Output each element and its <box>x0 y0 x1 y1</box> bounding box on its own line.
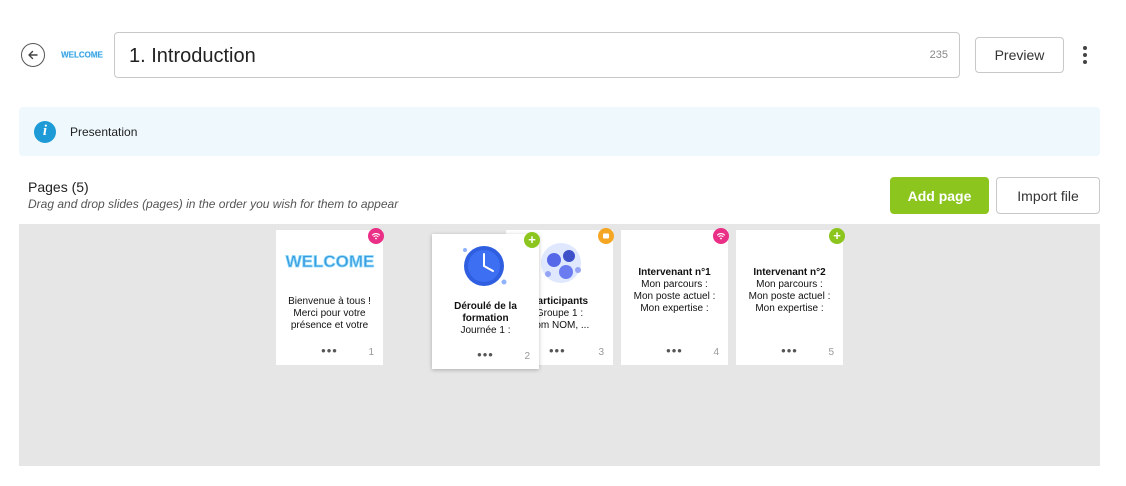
slide-line: Mon parcours : <box>641 279 708 290</box>
info-text: Presentation <box>70 124 138 139</box>
card-icon <box>598 228 614 244</box>
slide-number: 5 <box>828 347 834 358</box>
slide-number: 4 <box>713 347 719 358</box>
wifi-icon <box>368 228 384 244</box>
slide-more-button[interactable]: ••• <box>736 344 843 357</box>
kebab-dot <box>1083 53 1087 57</box>
slide-card[interactable]: WELCOME Bienvenue à tous ! Merci pour vo… <box>276 230 383 365</box>
info-bar: i Presentation <box>19 107 1100 156</box>
slide-line: Merci pour votre <box>293 308 366 319</box>
wifi-icon <box>713 228 729 244</box>
arrow-left-icon <box>28 50 38 60</box>
welcome-logo: WELCOME <box>61 48 103 60</box>
info-icon: i <box>34 120 56 143</box>
char-count: 235 <box>929 49 948 61</box>
title-input[interactable] <box>129 41 889 71</box>
slide-line: Intervenant n°1 <box>638 267 711 278</box>
slide-card[interactable]: Intervenant n°1 Mon parcours : Mon poste… <box>621 230 728 365</box>
slide-line: Déroulé de la <box>454 301 517 312</box>
slide-line: Mon expertise : <box>755 303 824 314</box>
slide-card[interactable]: Intervenant n°2 Mon parcours : Mon poste… <box>736 230 843 365</box>
more-options-button[interactable] <box>1077 43 1093 67</box>
title-field[interactable]: 235 <box>114 32 960 78</box>
slide-line: Intervenant n°2 <box>753 267 826 278</box>
slide-more-button[interactable]: ••• <box>432 348 539 361</box>
back-button[interactable] <box>21 43 45 67</box>
svg-text:WELCOME: WELCOME <box>286 252 375 271</box>
preview-button[interactable]: Preview <box>975 37 1064 73</box>
slide-more-button[interactable]: ••• <box>621 344 728 357</box>
kebab-dot <box>1083 60 1087 64</box>
plus-icon: + <box>829 228 845 244</box>
slide-line: Mon poste actuel : <box>748 291 831 302</box>
pages-subtitle: Drag and drop slides (pages) in the orde… <box>28 197 399 211</box>
kebab-dot <box>1083 46 1087 50</box>
slide-number: 2 <box>524 351 530 362</box>
add-page-button[interactable]: Add page <box>890 177 989 214</box>
slide-line: formation <box>462 313 509 324</box>
slide-more-button[interactable]: ••• <box>276 344 383 357</box>
participants-illustration <box>541 243 581 283</box>
slide-line: présence et votre <box>290 320 369 331</box>
slide-line: Mon parcours : <box>756 279 823 290</box>
slide-line: Bienvenue à tous ! <box>288 296 371 307</box>
pages-title: Pages (5) <box>28 179 89 195</box>
svg-text:WELCOME: WELCOME <box>61 51 103 60</box>
slide-line: Mon expertise : <box>640 303 709 314</box>
clock-illustration <box>463 246 507 286</box>
slide-card[interactable]: Déroulé de la formation Journée 1 : ••• … <box>432 234 539 369</box>
slide-line: Mon poste actuel : <box>633 291 716 302</box>
import-file-button[interactable]: Import file <box>996 177 1100 214</box>
plus-icon: + <box>524 232 540 248</box>
slide-number: 1 <box>368 347 374 358</box>
welcome-slide-image: WELCOME <box>285 252 375 272</box>
slide-number: 3 <box>598 347 604 358</box>
slide-line: Journée 1 : <box>460 325 511 336</box>
